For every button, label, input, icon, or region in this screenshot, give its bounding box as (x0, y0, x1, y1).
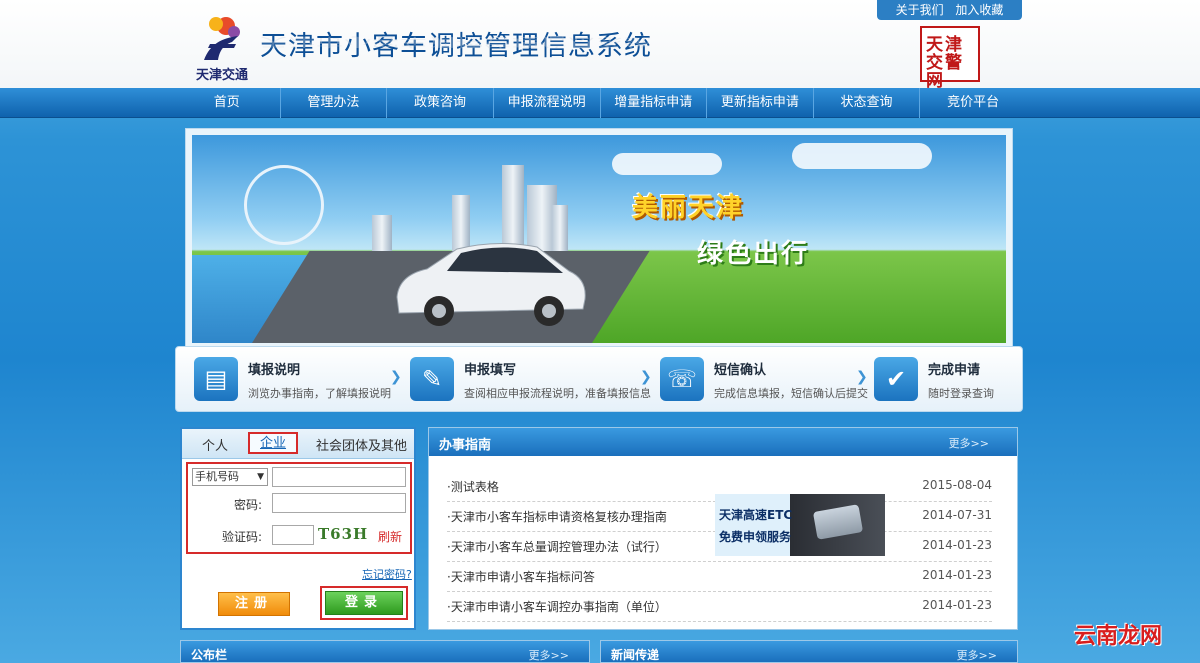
banner-slogan-green-travel: 绿色出行 (697, 239, 810, 269)
notice-board-title: 公布栏 (191, 648, 228, 662)
list-item-title[interactable]: ·天津市申请小客车指标问答 (447, 568, 595, 585)
nav-bar: 首页 管理办法 政策咨询 申报流程说明 增量指标申请 更新指标申请 状态查询 竞… (174, 88, 1026, 118)
captcha-text: T63H (318, 525, 369, 543)
account-type-select[interactable]: 手机号码 ▼ (192, 468, 268, 486)
login-button[interactable]: 登录 (325, 591, 403, 615)
nav-item-status[interactable]: 状态查询 (814, 88, 921, 118)
more-link[interactable]: 更多>> (957, 647, 997, 663)
list-item-date: 2014-01-23 (922, 568, 992, 582)
login-form: 手机号码 ▼ 密码: 验证码: T63H 刷新 (186, 462, 412, 554)
etc-advertisement[interactable]: 天津高速ETC 免费申领服务 (715, 494, 885, 556)
dropdown-arrow-icon: ▼ (257, 472, 264, 482)
banner-slogan-beautiful-tianjin: 美丽天津 (632, 193, 745, 223)
step-desc: 浏览办事指南，了解填报说明 (248, 387, 391, 400)
nav-item-home[interactable]: 首页 (174, 88, 281, 118)
banner-image: 美丽天津 绿色出行 (192, 135, 1006, 343)
service-guide-panel: 办事指南 更多>> ·测试表格 2015-08-04 ·天津市小客车指标申请资格… (428, 427, 1018, 630)
nav-item-process[interactable]: 申报流程说明 (494, 88, 601, 118)
password-input[interactable] (272, 493, 406, 513)
forgot-password-link[interactable]: 忘记密码? (362, 566, 412, 582)
captcha-input[interactable] (272, 525, 314, 545)
site-title-reflection: 天津市小客车调控管理信息系统 (260, 34, 652, 49)
account-type-value: 手机号码 (195, 470, 239, 483)
list-item-date: 2015-08-04 (922, 478, 992, 492)
list-item[interactable]: ·天津市申请小客车指标问答 2014-01-23 (447, 562, 992, 592)
step-desc: 查阅相应申报流程说明，准备填报信息 (464, 387, 651, 400)
nav-item-auction[interactable]: 竞价平台 (920, 88, 1026, 118)
step-title: 短信确认 (714, 363, 767, 378)
nav-item-regulations[interactable]: 管理办法 (281, 88, 388, 118)
ad-line-2: 免费申领服务 (719, 530, 792, 544)
checkmark-icon: ✔ (874, 357, 918, 401)
logo-emblem-icon (204, 17, 240, 60)
car-icon (396, 242, 586, 326)
tab-social-groups[interactable]: 社会团体及其他 (316, 435, 407, 454)
step-title: 完成申请 (928, 363, 981, 378)
site-header: 天津交通 天津市小客车调控管理信息系统 天津市小客车调控管理信息系统 关于我们 … (0, 0, 1200, 90)
news-header: 新闻传递 更多>> (600, 640, 1018, 663)
process-steps: ▤ 填报说明 浏览办事指南，了解填报说明 ❯ ✎ 申报填写 查阅相应申报流程说明… (175, 346, 1023, 412)
nav-item-renew-quota[interactable]: 更新指标申请 (707, 88, 814, 118)
etc-card-icon (812, 504, 864, 540)
banner-frame: 美丽天津 绿色出行 (185, 128, 1013, 350)
cloud (792, 143, 932, 169)
add-favorite-link[interactable]: 加入收藏 (955, 3, 1003, 17)
ad-line-1: 天津高速ETC (719, 508, 793, 522)
list-item-date: 2014-01-23 (922, 598, 992, 612)
list-item[interactable]: ·天津市申请小客车调控办事指南（单位） 2014-01-23 (447, 592, 992, 622)
logo-text: 天津交通 (195, 68, 248, 83)
nav-item-new-quota[interactable]: 增量指标申请 (601, 88, 708, 118)
more-link[interactable]: 更多>> (529, 647, 569, 663)
captcha-image[interactable]: T63H (318, 525, 376, 545)
panel-header: 办事指南 更多>> (429, 428, 1017, 456)
edit-form-icon: ✎ (410, 357, 454, 401)
list-item-title[interactable]: ·天津市小客车总量调控管理办法（试行） (447, 538, 667, 555)
panel-title: 办事指南 (439, 438, 492, 453)
more-link[interactable]: 更多>> (949, 435, 989, 451)
password-label: 密码: (233, 498, 262, 512)
about-us-link[interactable]: 关于我们 (896, 3, 944, 17)
chevron-right-icon: ❯ (390, 369, 402, 385)
ferris-wheel (244, 165, 324, 245)
main-nav: 首页 管理办法 政策咨询 申报流程说明 增量指标申请 更新指标申请 状态查询 竞… (0, 88, 1200, 118)
list-item-title[interactable]: ·天津市申请小客车调控办事指南（单位） (447, 598, 667, 615)
captcha-label: 验证码: (221, 530, 262, 544)
notice-board-header: 公布栏 更多>> (180, 640, 590, 663)
login-button-highlight: 登录 (320, 586, 408, 620)
chevron-right-icon: ❯ (640, 369, 652, 385)
chevron-right-icon: ❯ (856, 369, 868, 385)
list-item-title[interactable]: ·天津市小客车指标申请资格复核办理指南 (447, 508, 667, 525)
tab-enterprise[interactable]: 企业 (248, 432, 299, 454)
step-desc: 随时登录查询 (928, 387, 994, 400)
register-button[interactable]: 注册 (218, 592, 290, 616)
tianjin-police-seal[interactable]: 天津交警网 (920, 26, 980, 90)
list-item-date: 2014-01-23 (922, 538, 992, 552)
step-title: 填报说明 (248, 363, 301, 378)
refresh-captcha-link[interactable]: 刷新 (378, 528, 402, 545)
cloud (612, 153, 722, 175)
step-title: 申报填写 (464, 363, 517, 378)
news-title: 新闻传递 (611, 648, 660, 662)
step-desc: 完成信息填报，短信确认后提交 (714, 387, 868, 400)
login-panel: 个人 企业 社会团体及其他 手机号码 ▼ 密码: 验证码: T63H 刷新 忘记… (180, 427, 416, 630)
top-links: 关于我们 加入收藏 (877, 0, 1022, 20)
document-icon: ▤ (194, 357, 238, 401)
login-tabs: 个人 企业 社会团体及其他 (182, 429, 414, 459)
watermark: 云南龙网 (1073, 624, 1162, 649)
phone-number-input[interactable] (272, 467, 406, 487)
list-item-title[interactable]: ·测试表格 (447, 478, 499, 495)
tab-personal[interactable]: 个人 (202, 435, 228, 454)
nav-item-policy[interactable]: 政策咨询 (387, 88, 494, 118)
tianjin-transport-logo[interactable]: 天津交通 (182, 12, 262, 83)
mobile-phone-icon: ☏ (660, 357, 704, 401)
list-item-date: 2014-07-31 (922, 508, 992, 522)
